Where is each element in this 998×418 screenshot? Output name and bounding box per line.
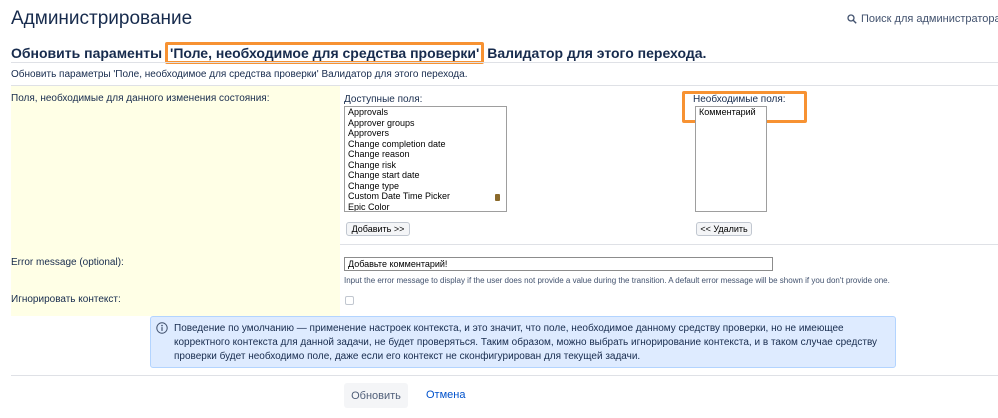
available-fields-label: Доступные поля: bbox=[344, 94, 423, 105]
divider bbox=[340, 244, 998, 245]
remove-field-button[interactable]: << Удалить bbox=[696, 222, 752, 236]
error-message-label: Error message (optional): bbox=[11, 257, 124, 268]
section-title-suffix: Валидатор для этого перехода. bbox=[483, 45, 707, 61]
error-message-input[interactable]: Добавьте комментарий! bbox=[344, 257, 773, 271]
list-item[interactable]: Change completion date bbox=[345, 139, 506, 150]
section-description: Обновить параметры 'Поле, необходимое дл… bbox=[11, 69, 468, 80]
list-item[interactable]: Approver groups bbox=[345, 118, 506, 129]
list-item[interactable]: Custom Date Time Picker bbox=[345, 191, 506, 202]
info-icon bbox=[156, 322, 168, 334]
available-fields-list[interactable]: Approvals Approver groups Approvers Chan… bbox=[344, 106, 507, 212]
section-title-prefix: Обновить параменты bbox=[11, 45, 166, 61]
info-message-text: Поведение по умолчанию — применение наст… bbox=[174, 323, 878, 362]
section-title: Обновить параменты 'Поле, необходимое дл… bbox=[11, 42, 706, 64]
divider bbox=[11, 375, 998, 376]
list-item[interactable]: Change risk bbox=[345, 160, 506, 171]
list-item[interactable]: Change type bbox=[345, 181, 506, 192]
label-column: Поля, необходимые для данного изменения … bbox=[11, 86, 340, 316]
required-fields-label: Необходимые поля: bbox=[693, 94, 786, 105]
ignore-context-checkbox[interactable] bbox=[345, 296, 354, 305]
list-item[interactable]: Комментарий bbox=[696, 107, 766, 118]
info-message: Поведение по умолчанию — применение наст… bbox=[150, 316, 896, 368]
page-title: Администрирование bbox=[11, 8, 193, 29]
admin-search-link[interactable]: Поиск для администратора bbox=[847, 13, 998, 25]
update-button[interactable]: Обновить bbox=[344, 383, 408, 408]
cancel-link[interactable]: Отмена bbox=[426, 389, 465, 401]
list-item[interactable]: Approvals bbox=[345, 107, 506, 118]
divider bbox=[11, 62, 998, 63]
error-message-hint: Input the error message to display if th… bbox=[344, 276, 890, 285]
required-fields-list[interactable]: Комментарий bbox=[695, 106, 767, 212]
admin-search-label: Поиск для администратора bbox=[861, 13, 998, 25]
list-item[interactable]: Change reason bbox=[345, 149, 506, 160]
list-item[interactable]: Change start date bbox=[345, 170, 506, 181]
list-item[interactable]: Epic Color bbox=[345, 202, 506, 212]
list-item[interactable]: Approvers bbox=[345, 128, 506, 139]
search-icon bbox=[847, 14, 857, 24]
highlighted-validator-name: 'Поле, необходимое для средства проверки… bbox=[165, 42, 485, 64]
list-edit-icon bbox=[495, 194, 500, 201]
fields-row-label: Поля, необходимые для данного изменения … bbox=[11, 93, 270, 104]
ignore-context-label: Игнорировать контекст: bbox=[11, 294, 121, 305]
add-field-button[interactable]: Добавить >> bbox=[346, 222, 410, 236]
